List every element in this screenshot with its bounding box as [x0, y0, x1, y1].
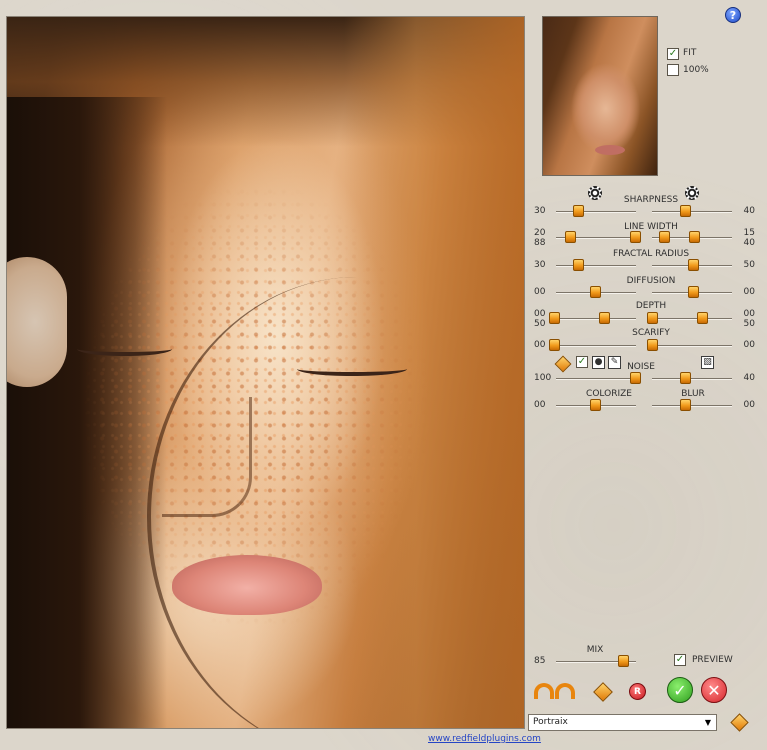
random-preset-diamond-icon[interactable]: [593, 682, 613, 702]
redo-arrow-icon[interactable]: [555, 683, 575, 699]
line-width-right-knob-a[interactable]: [659, 231, 670, 243]
line-width-left-bottom-value: 88: [534, 238, 546, 248]
noise-title: NOISE: [627, 362, 655, 372]
noise-left-knob[interactable]: [630, 372, 641, 384]
hundred-percent-label: 100%: [683, 65, 709, 75]
sharpness-right-value: 40: [743, 206, 755, 216]
scarify-right-track[interactable]: [652, 345, 732, 347]
depth-left-track[interactable]: [556, 318, 636, 320]
fractal-radius-title: FRACTAL RADIUS: [612, 249, 690, 259]
fractal-radius-right-value: 50: [743, 260, 755, 270]
fit-checkbox[interactable]: ✓: [667, 48, 679, 60]
fractal-radius-left-track[interactable]: [556, 265, 636, 267]
scarify-left-track[interactable]: [556, 345, 636, 347]
line-width-left-knob-b[interactable]: [630, 231, 641, 243]
preset-manager-diamond-icon[interactable]: [730, 713, 749, 732]
blur-knob[interactable]: [680, 399, 691, 411]
line-width-left-top-value: 20: [534, 228, 546, 238]
blur-track[interactable]: [652, 405, 732, 407]
line-width-left-knob-a[interactable]: [565, 231, 576, 243]
sharpness-left-value: 30: [534, 206, 546, 216]
depth-left-knob-b[interactable]: [599, 312, 610, 324]
fractal-radius-left-value: 30: [534, 260, 546, 270]
diffusion-right-knob[interactable]: [688, 286, 699, 298]
line-width-title: LINE WIDTH: [624, 222, 678, 232]
preset-select[interactable]: Portraix ▼: [528, 714, 717, 731]
noise-right-track[interactable]: [652, 378, 732, 380]
depth-title: DEPTH: [635, 301, 667, 311]
line-width-right-top-value: 15: [743, 228, 755, 238]
fractal-radius-left-knob[interactable]: [573, 259, 584, 271]
thumbnail-lips: [595, 145, 625, 155]
undo-arrow-icon[interactable]: [534, 683, 554, 699]
depth-right-knob-b[interactable]: [697, 312, 708, 324]
preview-left-eye: [77, 342, 172, 356]
chevron-down-icon[interactable]: ▼: [702, 717, 714, 728]
cancel-x-icon[interactable]: ✕: [701, 677, 727, 703]
preset-selected-value: Portraix: [533, 717, 568, 727]
preview-nose: [162, 397, 252, 517]
effect-preview-image[interactable]: [6, 16, 525, 729]
fractal-radius-right-knob[interactable]: [688, 259, 699, 271]
preview-right-eye: [297, 362, 407, 376]
line-width-right-bottom-value: 40: [743, 238, 755, 248]
hundred-percent-checkbox[interactable]: [667, 64, 679, 76]
line-width-right-knob-b[interactable]: [689, 231, 700, 243]
mix-knob[interactable]: [618, 655, 629, 667]
diffusion-left-value: 00: [534, 287, 546, 297]
fit-label: FIT: [683, 48, 697, 58]
mix-title: MIX: [586, 645, 604, 655]
sharpness-title: SHARPNESS: [623, 195, 679, 205]
noise-left-value: 100: [534, 373, 552, 383]
scarify-title: SCARIFY: [632, 328, 670, 338]
mix-value: 85: [534, 656, 546, 666]
scarify-right-value: 00: [743, 340, 755, 350]
preview-label: PREVIEW: [692, 655, 733, 665]
noise-right-knob[interactable]: [680, 372, 691, 384]
ok-check-icon[interactable]: ✓: [667, 677, 693, 703]
reset-icon[interactable]: R: [629, 683, 646, 700]
colorize-value: 00: [534, 400, 546, 410]
colorize-knob[interactable]: [590, 399, 601, 411]
diffusion-right-value: 00: [743, 287, 755, 297]
preview-checkbox[interactable]: ✓: [674, 654, 686, 666]
depth-right-top-value: 00: [743, 309, 755, 319]
sharpness-left-knob[interactable]: [573, 205, 584, 217]
diffusion-left-knob[interactable]: [590, 286, 601, 298]
preview-lips: [172, 555, 322, 615]
website-link[interactable]: www.redfieldplugins.com: [428, 734, 541, 744]
sharpness-right-knob[interactable]: [680, 205, 691, 217]
diffusion-title: DIFFUSION: [626, 276, 676, 286]
depth-left-knob-a[interactable]: [549, 312, 560, 324]
blur-title: BLUR: [681, 389, 705, 399]
blur-value: 00: [743, 400, 755, 410]
original-thumbnail[interactable]: [542, 16, 658, 176]
depth-right-knob-a[interactable]: [647, 312, 658, 324]
noise-left-track[interactable]: [556, 378, 636, 380]
preview-hand: [7, 257, 67, 387]
depth-right-track[interactable]: [652, 318, 732, 320]
scarify-right-knob[interactable]: [647, 339, 658, 351]
sharpness-left-track[interactable]: [556, 211, 636, 213]
scarify-left-knob[interactable]: [549, 339, 560, 351]
noise-right-value: 40: [743, 373, 755, 383]
help-icon[interactable]: ?: [725, 7, 741, 23]
sharpness-right-track[interactable]: [652, 211, 732, 213]
